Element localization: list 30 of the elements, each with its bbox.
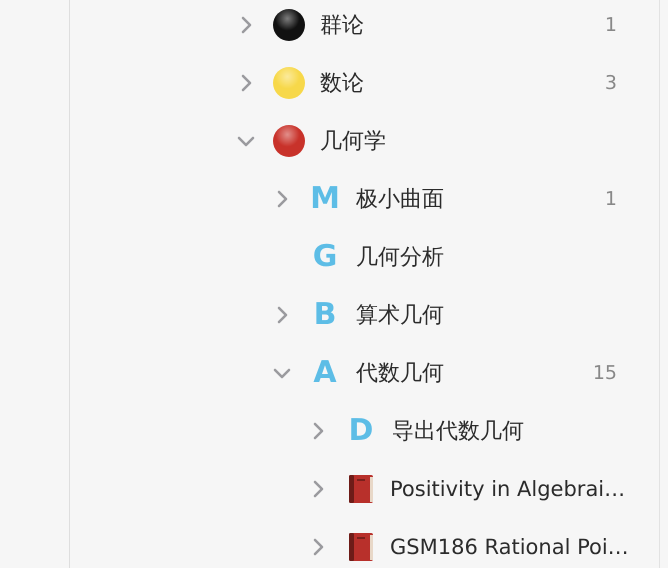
letter-icon: M (310, 182, 340, 216)
letter-icon: A (313, 356, 337, 390)
item-count: 1 (604, 14, 617, 36)
item-label[interactable]: 几何学 (320, 126, 617, 156)
chevron-down-icon[interactable] (237, 136, 255, 146)
chevron-right-icon[interactable] (276, 190, 288, 208)
chevron-right-icon[interactable] (312, 422, 324, 440)
item-label[interactable]: 极小曲面 (356, 184, 605, 214)
item-label[interactable]: 几何分析 (356, 242, 617, 272)
item-count: 3 (604, 72, 617, 94)
letter-icon: B (314, 298, 336, 332)
item-label[interactable]: 导出代数几何 (392, 416, 617, 446)
item-label[interactable]: 数论 (320, 68, 605, 98)
letter-icon: D (348, 414, 374, 448)
chevron-right-icon[interactable] (240, 16, 252, 34)
item-count: 15 (592, 362, 617, 384)
chevron-down-icon[interactable] (273, 368, 291, 378)
item-label[interactable]: Positivity in Algebrai… (390, 477, 626, 501)
chevron-right-icon[interactable] (240, 74, 252, 92)
item-count: 1 (604, 188, 617, 210)
item-label[interactable]: 代数几何 (356, 358, 593, 388)
item-label[interactable]: 群论 (320, 10, 605, 40)
chevron-right-icon[interactable] (312, 538, 324, 556)
book-icon (348, 532, 374, 562)
book-icon (348, 474, 374, 504)
item-label[interactable]: GSM186 Rational Poi… (390, 535, 629, 559)
chevron-right-icon[interactable] (312, 480, 324, 498)
chevron-right-icon[interactable] (276, 306, 288, 324)
letter-icon: G (312, 240, 338, 274)
item-label[interactable]: 算术几何 (356, 300, 617, 330)
